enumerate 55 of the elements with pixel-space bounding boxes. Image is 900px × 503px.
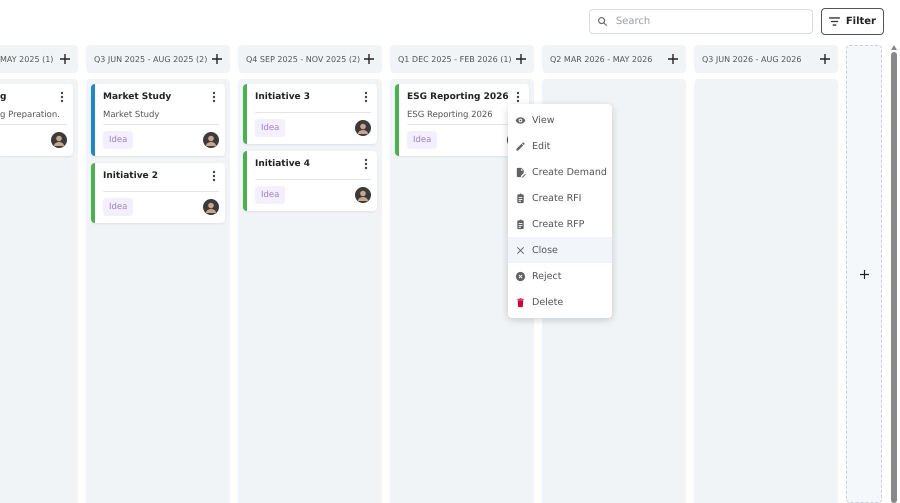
menu-item[interactable]: Create Demand bbox=[508, 159, 612, 185]
status-tag: Idea bbox=[407, 131, 438, 149]
column-title: Q3 JUN 2026 - AUG 2026 bbox=[702, 54, 802, 64]
pencil-icon bbox=[515, 140, 526, 152]
add-icon[interactable] bbox=[212, 54, 222, 64]
close-icon bbox=[515, 244, 526, 256]
initiative-card[interactable]: Market Study Market Study Idea bbox=[91, 84, 225, 156]
card-title: Initiative 2 bbox=[103, 170, 158, 183]
initiative-card[interactable]: Initiative 4 Idea bbox=[243, 151, 377, 211]
initiative-card[interactable]: Initiative 2 Idea bbox=[91, 163, 225, 223]
add-icon[interactable] bbox=[668, 54, 678, 64]
avatar bbox=[355, 120, 371, 136]
clipboard-icon bbox=[515, 192, 526, 204]
avatar bbox=[51, 132, 67, 148]
trash-icon bbox=[515, 296, 526, 308]
add-icon[interactable] bbox=[516, 54, 526, 64]
card-title: Initiative 3 bbox=[255, 91, 310, 104]
avatar bbox=[203, 132, 219, 148]
status-tag: Idea bbox=[255, 119, 286, 137]
x-circle-icon bbox=[515, 270, 526, 282]
clipboard-icon bbox=[515, 218, 526, 230]
add-icon bbox=[860, 270, 868, 278]
add-icon[interactable] bbox=[820, 54, 830, 64]
initiative-card[interactable]: g g Preparation. bbox=[0, 84, 73, 156]
card-title: g bbox=[0, 91, 6, 104]
status-tag: Idea bbox=[255, 186, 286, 204]
status-tag: Idea bbox=[103, 131, 134, 149]
status-tag: Idea bbox=[103, 198, 134, 216]
document-icon bbox=[515, 166, 526, 178]
column-title: Q4 SEP 2025 - NOV 2025 (2) bbox=[246, 54, 360, 64]
column-title: Q2 MAR 2026 - MAY 2026 bbox=[550, 54, 652, 64]
column-title: Q3 JUN 2025 - AUG 2025 (2) bbox=[94, 54, 208, 64]
card-description: g Preparation. bbox=[0, 104, 67, 125]
card-title: ESG Reporting 2026 bbox=[407, 91, 509, 104]
initiative-card[interactable]: Initiative 3 Idea bbox=[243, 84, 377, 144]
add-icon[interactable] bbox=[60, 54, 70, 64]
search-field[interactable]: Search bbox=[588, 8, 813, 34]
avatar bbox=[355, 187, 371, 203]
menu-item[interactable]: Create RFP bbox=[508, 211, 612, 237]
menu-item[interactable]: Close bbox=[508, 237, 612, 263]
menu-item[interactable]: Create RFI bbox=[508, 185, 612, 211]
scroll-up-icon[interactable] bbox=[891, 45, 897, 50]
card-description: Market Study bbox=[103, 104, 219, 125]
column-title: Q1 DEC 2025 - FEB 2026 (1) bbox=[398, 54, 512, 64]
add-icon[interactable] bbox=[364, 54, 374, 64]
card-title: Initiative 4 bbox=[255, 158, 310, 171]
filter-icon bbox=[828, 16, 840, 26]
column-title: MAY 2025 (1) bbox=[0, 54, 54, 64]
avatar bbox=[203, 199, 219, 215]
menu-item[interactable]: Delete bbox=[508, 289, 612, 315]
scrollbar[interactable] bbox=[891, 52, 897, 503]
filter-button[interactable]: Filter bbox=[820, 8, 884, 34]
menu-item[interactable]: Reject bbox=[508, 263, 612, 289]
eye-icon bbox=[515, 114, 526, 126]
card-title: Market Study bbox=[103, 91, 172, 104]
